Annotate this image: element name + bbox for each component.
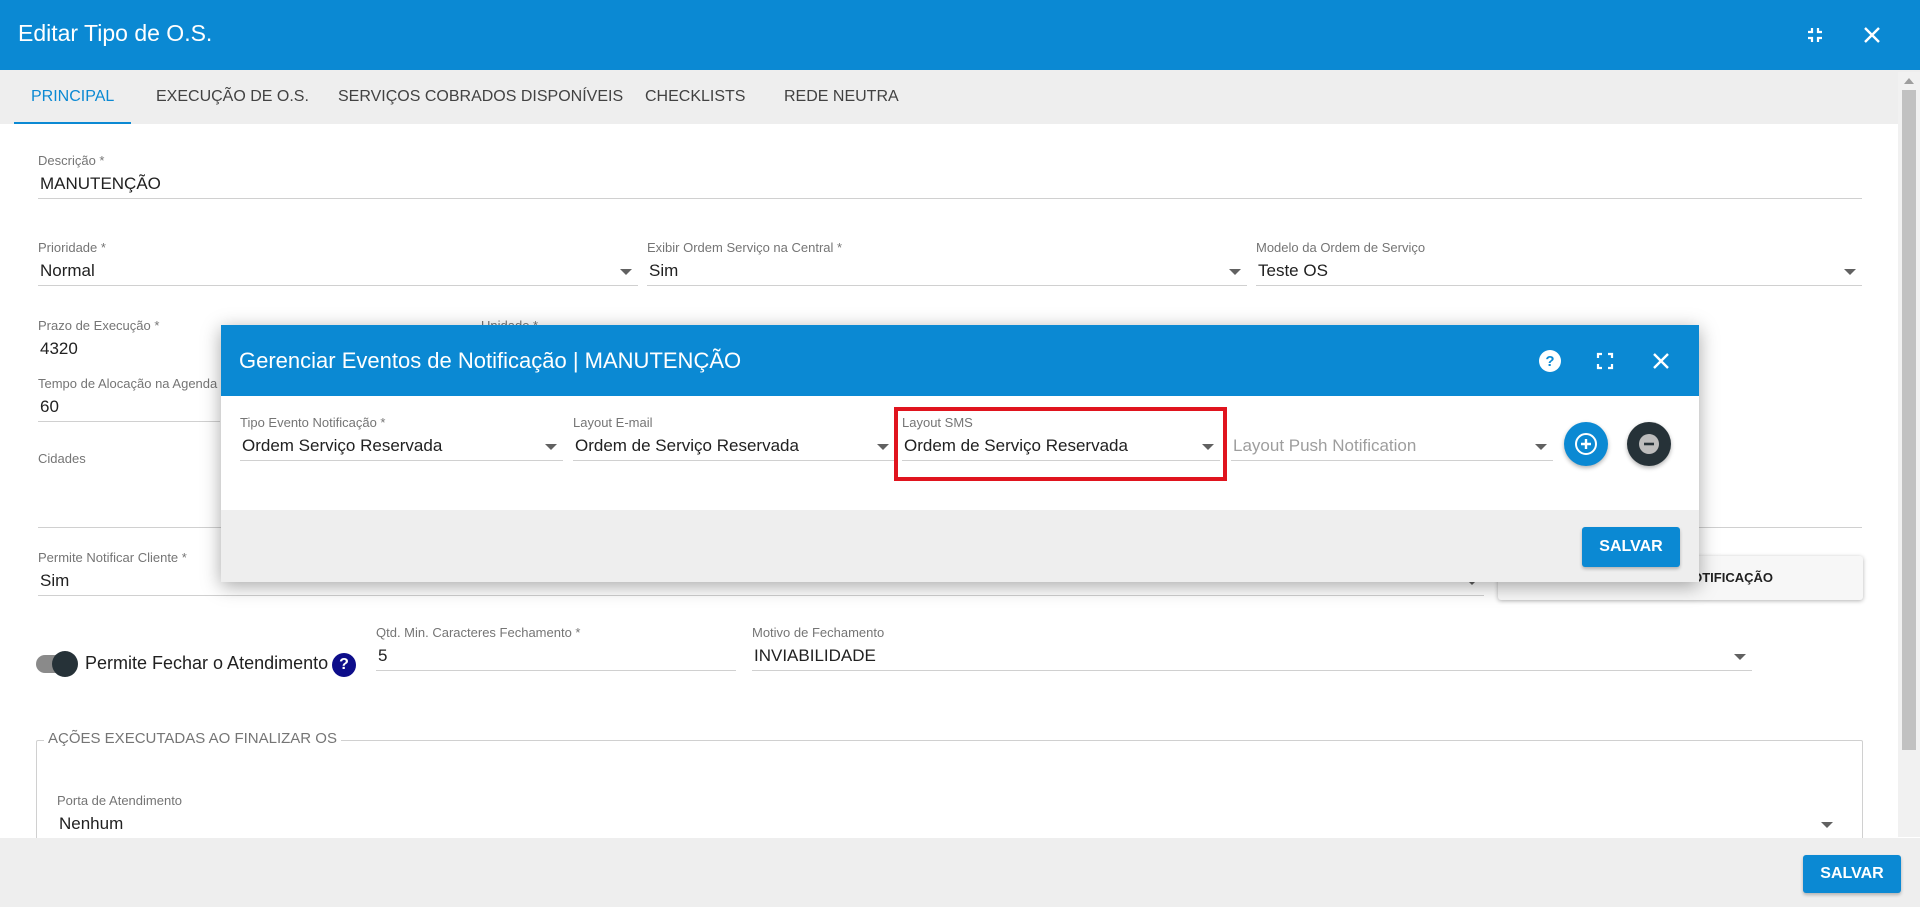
add-event-button[interactable] — [1564, 422, 1608, 466]
modelo-os-field[interactable]: Modelo da Ordem de Serviço Teste OS — [1256, 240, 1862, 286]
close-icon[interactable] — [1857, 20, 1887, 50]
tempo-alocacao-label: Tempo de Alocação na Agenda — [38, 376, 218, 391]
chevron-down-icon — [1734, 654, 1746, 660]
permite-fechar-label: Permite Fechar o Atendimento — [85, 653, 329, 673]
exibir-central-value: Sim — [649, 261, 679, 280]
descricao-input[interactable]: MANUTENÇÃO — [38, 169, 1862, 199]
window-title: Editar Tipo de O.S. — [18, 20, 213, 46]
prioridade-select[interactable]: Normal — [38, 256, 638, 286]
fullscreen-icon[interactable] — [1591, 347, 1619, 375]
layout-email-field[interactable]: Layout E-mail Ordem de Serviço Reservada — [573, 415, 895, 461]
toggle-knob — [52, 651, 78, 677]
porta-atendimento-field[interactable]: Porta de Atendimento Nenhum — [57, 793, 1839, 839]
prioridade-label: Prioridade * — [38, 240, 106, 255]
chevron-down-icon — [1535, 444, 1547, 450]
save-button[interactable]: SALVAR — [1803, 855, 1901, 893]
exibir-central-label: Exibir Ordem Serviço na Central * — [647, 240, 843, 255]
tab-servicos-cobrados[interactable]: SERVIÇOS COBRADOS DISPONÍVEIS — [338, 70, 623, 124]
chevron-down-icon — [545, 444, 557, 450]
remove-event-button[interactable] — [1627, 422, 1671, 466]
tab-bar: PRINCIPAL EXECUÇÃO DE O.S. SERVIÇOS COBR… — [0, 70, 1920, 124]
layout-email-select[interactable]: Ordem de Serviço Reservada — [573, 431, 895, 461]
dialog-save-button[interactable]: SALVAR — [1582, 527, 1680, 567]
tab-principal[interactable]: PRINCIPAL — [14, 70, 132, 124]
descricao-label: Descrição * — [38, 153, 105, 168]
qtd-min-input[interactable]: 5 — [376, 641, 736, 671]
layout-push-placeholder: Layout Push Notification — [1233, 436, 1417, 455]
minimize-icon[interactable] — [1800, 20, 1830, 50]
prioridade-value: Normal — [40, 261, 95, 280]
tab-execucao-os[interactable]: EXECUÇÃO DE O.S. — [156, 70, 309, 124]
dialog-header: Gerenciar Eventos de Notificação | MANUT… — [221, 325, 1699, 396]
chevron-down-icon — [877, 444, 889, 450]
footer-bar: SALVAR — [0, 838, 1920, 907]
dialog-footer: SALVAR — [221, 510, 1699, 582]
tab-checklists[interactable]: CHECKLISTS — [645, 70, 745, 124]
add-circle-icon — [1575, 433, 1597, 455]
chevron-down-icon — [1821, 822, 1833, 828]
layout-push-select[interactable]: Layout Push Notification — [1231, 431, 1553, 461]
layout-email-label: Layout E-mail — [573, 415, 653, 430]
layout-push-field[interactable]: Layout Push Notification — [1231, 431, 1553, 461]
svg-text:?: ? — [1545, 353, 1554, 370]
prazo-execucao-input[interactable]: 4320 — [38, 334, 218, 364]
cidades-field[interactable]: Cidades — [38, 451, 220, 467]
motivo-fechamento-label: Motivo de Fechamento — [752, 625, 885, 640]
cidades-label: Cidades — [38, 451, 86, 466]
motivo-fechamento-select[interactable]: INVIABILIDADE — [752, 641, 1752, 671]
highlight-box — [894, 407, 1227, 481]
layout-email-value: Ordem de Serviço Reservada — [575, 436, 799, 455]
prioridade-field[interactable]: Prioridade * Normal — [38, 240, 638, 286]
chevron-down-icon — [1229, 269, 1241, 275]
motivo-fechamento-field[interactable]: Motivo de Fechamento INVIABILIDADE — [752, 625, 1752, 671]
tab-rede-neutra[interactable]: REDE NEUTRA — [784, 70, 899, 124]
scrollbar[interactable] — [1898, 72, 1920, 837]
prazo-execucao-label: Prazo de Execução * — [38, 318, 160, 333]
tempo-alocacao-input[interactable]: 60 — [38, 392, 220, 422]
permite-notificar-value: Sim — [40, 571, 70, 590]
scrollbar-thumb[interactable] — [1902, 90, 1916, 750]
tempo-alocacao-field[interactable]: Tempo de Alocação na Agenda 60 — [38, 376, 220, 422]
porta-atendimento-label: Porta de Atendimento — [57, 793, 183, 808]
qtd-min-label: Qtd. Min. Caracteres Fechamento * — [376, 625, 581, 640]
chevron-down-icon — [1844, 269, 1856, 275]
acoes-legend: AÇÕES EXECUTADAS AO FINALIZAR OS — [44, 730, 341, 747]
modelo-os-label: Modelo da Ordem de Serviço — [1256, 240, 1426, 255]
dialog-title: Gerenciar Eventos de Notificação | MANUT… — [239, 348, 742, 373]
help-icon[interactable]: ? — [1536, 347, 1564, 375]
motivo-fechamento-value: INVIABILIDADE — [754, 646, 876, 665]
tipo-evento-select[interactable]: Ordem Serviço Reservada — [240, 431, 563, 461]
modelo-os-select[interactable]: Teste OS — [1256, 256, 1862, 286]
descricao-field[interactable]: Descrição * MANUTENÇÃO — [38, 153, 1862, 199]
tipo-evento-label: Tipo Evento Notificação * — [240, 415, 386, 430]
permite-fechar-toggle[interactable] — [36, 651, 78, 677]
porta-atendimento-value: Nenhum — [59, 814, 124, 833]
window-header: Editar Tipo de O.S. — [0, 0, 1920, 70]
porta-atendimento-select[interactable]: Nenhum — [57, 809, 1839, 839]
tipo-evento-value: Ordem Serviço Reservada — [242, 436, 443, 455]
modelo-os-value: Teste OS — [1258, 261, 1328, 280]
exibir-central-select[interactable]: Sim — [647, 256, 1247, 286]
close-icon[interactable] — [1647, 347, 1675, 375]
scroll-up-icon[interactable] — [1904, 78, 1914, 84]
qtd-min-field[interactable]: Qtd. Min. Caracteres Fechamento * 5 — [376, 625, 736, 671]
prazo-execucao-field[interactable]: Prazo de Execução * 4320 — [38, 318, 218, 364]
exibir-central-field[interactable]: Exibir Ordem Serviço na Central * Sim — [647, 240, 1247, 286]
help-icon[interactable]: ? — [332, 653, 356, 677]
tipo-evento-field[interactable]: Tipo Evento Notificação * Ordem Serviço … — [240, 415, 563, 461]
remove-circle-icon — [1639, 434, 1659, 454]
chevron-down-icon — [620, 269, 632, 275]
